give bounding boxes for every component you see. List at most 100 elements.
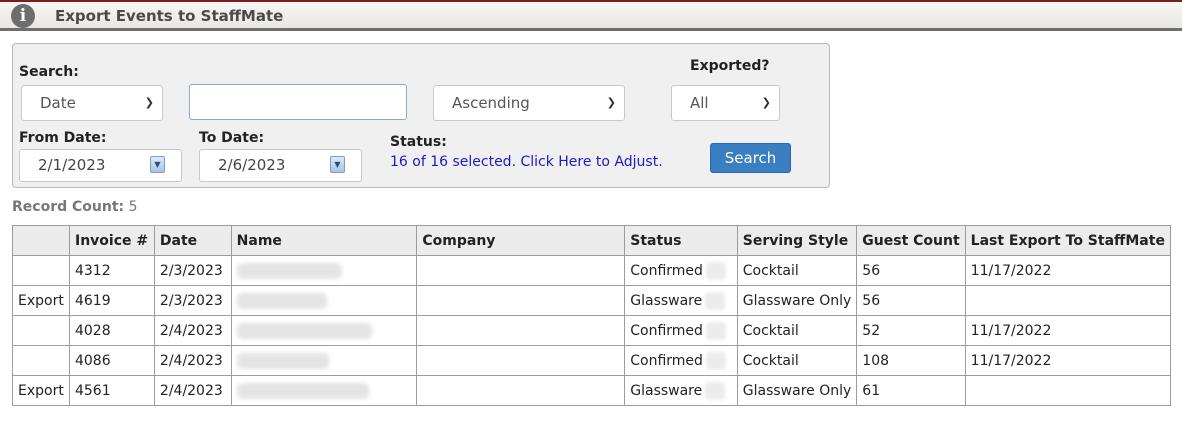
redacted-status-detail — [705, 381, 726, 400]
serving-style-cell: Glassware Only — [736, 375, 858, 406]
column-header-status[interactable]: Status — [624, 225, 738, 256]
guest-count-cell: 108 — [856, 345, 966, 376]
redacted-name — [236, 322, 372, 339]
event-date: 2/4/2023 — [153, 345, 232, 376]
to-date-value: 2/6/2023 — [218, 156, 286, 174]
status-text: Confirmed — [630, 262, 703, 279]
status-cell: Confirmed — [624, 345, 738, 376]
record-count-value: 5 — [128, 199, 138, 215]
from-date-value: 2/1/2023 — [38, 156, 106, 174]
sort-order-select-value: Ascending — [452, 94, 530, 112]
column-header-action — [12, 225, 70, 256]
column-header-date[interactable]: Date — [153, 225, 232, 256]
column-header-invoice[interactable]: Invoice # — [68, 225, 155, 256]
event-date: 2/4/2023 — [153, 315, 232, 346]
guest-count-cell: 52 — [856, 315, 966, 346]
table-row: 4312 2/3/2023 Confirmed Cocktail 56 11/1… — [12, 255, 1172, 286]
client-name — [230, 315, 418, 346]
status-cell: Confirmed — [624, 315, 738, 346]
company-cell — [416, 375, 626, 406]
last-export-cell — [964, 375, 1172, 406]
company-cell — [416, 285, 626, 316]
column-header-guest-count[interactable]: Guest Count — [856, 225, 966, 256]
serving-style-cell: Cocktail — [736, 315, 858, 346]
last-export-cell: 11/17/2022 — [964, 315, 1172, 346]
info-icon: i — [11, 4, 35, 28]
last-export-cell: 11/17/2022 — [964, 345, 1172, 376]
invoice-link[interactable]: 4312 — [68, 255, 155, 286]
redacted-name — [236, 292, 327, 309]
results-table: Invoice # Date Name Company Status Servi… — [12, 225, 1172, 406]
client-name — [230, 285, 418, 316]
last-export-cell — [964, 285, 1172, 316]
status-label: Status: — [390, 134, 447, 150]
serving-style-cell: Cocktail — [736, 255, 858, 286]
redacted-name — [236, 262, 342, 279]
to-date-field[interactable]: 2/6/2023 ▼ — [199, 149, 362, 182]
redacted-status-detail — [705, 291, 726, 310]
redacted-status-detail — [705, 351, 726, 370]
record-count-label: Record Count: — [12, 199, 125, 215]
sort-order-select[interactable]: Ascending ❯ — [433, 85, 625, 121]
exported-select-value: All — [690, 94, 709, 112]
status-adjust-link[interactable]: 16 of 16 selected. Click Here to Adjust. — [390, 154, 663, 170]
record-count: Record Count: 5 — [12, 199, 137, 215]
search-button[interactable]: Search — [710, 143, 791, 173]
chevron-down-icon: ❯ — [761, 96, 771, 109]
redacted-status-detail — [705, 261, 726, 280]
guest-count-cell: 56 — [856, 255, 966, 286]
invoice-link[interactable]: 4086 — [68, 345, 155, 376]
company-cell — [416, 345, 626, 376]
export-link[interactable] — [12, 255, 70, 286]
last-export-cell: 11/17/2022 — [964, 255, 1172, 286]
exported-select[interactable]: All ❯ — [671, 85, 780, 121]
status-cell: Confirmed — [624, 255, 738, 286]
page-title: Export Events to StaffMate — [55, 7, 284, 25]
export-link[interactable] — [12, 315, 70, 346]
client-name — [230, 375, 418, 406]
status-cell: Glassware — [624, 375, 738, 406]
search-field-select[interactable]: Date ❯ — [21, 85, 163, 121]
table-header-row: Invoice # Date Name Company Status Servi… — [12, 225, 1172, 256]
exported-label: Exported? — [690, 58, 770, 74]
event-date: 2/3/2023 — [153, 255, 232, 286]
invoice-link[interactable]: 4561 — [68, 375, 155, 406]
table-row: Export 4619 2/3/2023 Glassware Glassware… — [12, 285, 1172, 316]
search-input[interactable] — [189, 84, 407, 120]
column-header-name[interactable]: Name — [230, 225, 418, 256]
redacted-status-detail — [705, 321, 726, 340]
company-cell — [416, 315, 626, 346]
export-link[interactable]: Export — [12, 285, 70, 316]
status-text: Glassware — [630, 382, 703, 399]
invoice-link[interactable]: 4028 — [68, 315, 155, 346]
calendar-dropdown-icon[interactable]: ▼ — [330, 156, 345, 173]
redacted-name — [236, 352, 329, 369]
guest-count-cell: 56 — [856, 285, 966, 316]
column-header-serving-style[interactable]: Serving Style — [736, 225, 858, 256]
status-cell: Glassware — [624, 285, 738, 316]
from-date-label: From Date: — [19, 130, 107, 146]
table-row: 4028 2/4/2023 Confirmed Cocktail 52 11/1… — [12, 315, 1172, 346]
serving-style-cell: Glassware Only — [736, 285, 858, 316]
export-link[interactable]: Export — [12, 375, 70, 406]
column-header-company[interactable]: Company — [416, 225, 626, 256]
from-date-field[interactable]: 2/1/2023 ▼ — [19, 149, 182, 182]
redacted-name — [236, 382, 369, 399]
title-bar: i Export Events to StaffMate — [0, 0, 1182, 31]
status-text: Glassware — [630, 292, 703, 309]
table-row: 4086 2/4/2023 Confirmed Cocktail 108 11/… — [12, 345, 1172, 376]
calendar-dropdown-icon[interactable]: ▼ — [150, 156, 165, 173]
status-text: Confirmed — [630, 352, 703, 369]
guest-count-cell: 61 — [856, 375, 966, 406]
status-text: Confirmed — [630, 322, 703, 339]
to-date-label: To Date: — [199, 130, 265, 146]
client-name — [230, 255, 418, 286]
export-link[interactable] — [12, 345, 70, 376]
column-header-last-export[interactable]: Last Export To StaffMate — [964, 225, 1172, 256]
search-label: Search: — [19, 64, 79, 80]
search-field-select-value: Date — [40, 94, 76, 112]
client-name — [230, 345, 418, 376]
table-row: Export 4561 2/4/2023 Glassware Glassware… — [12, 375, 1172, 406]
invoice-link[interactable]: 4619 — [68, 285, 155, 316]
serving-style-cell: Cocktail — [736, 345, 858, 376]
